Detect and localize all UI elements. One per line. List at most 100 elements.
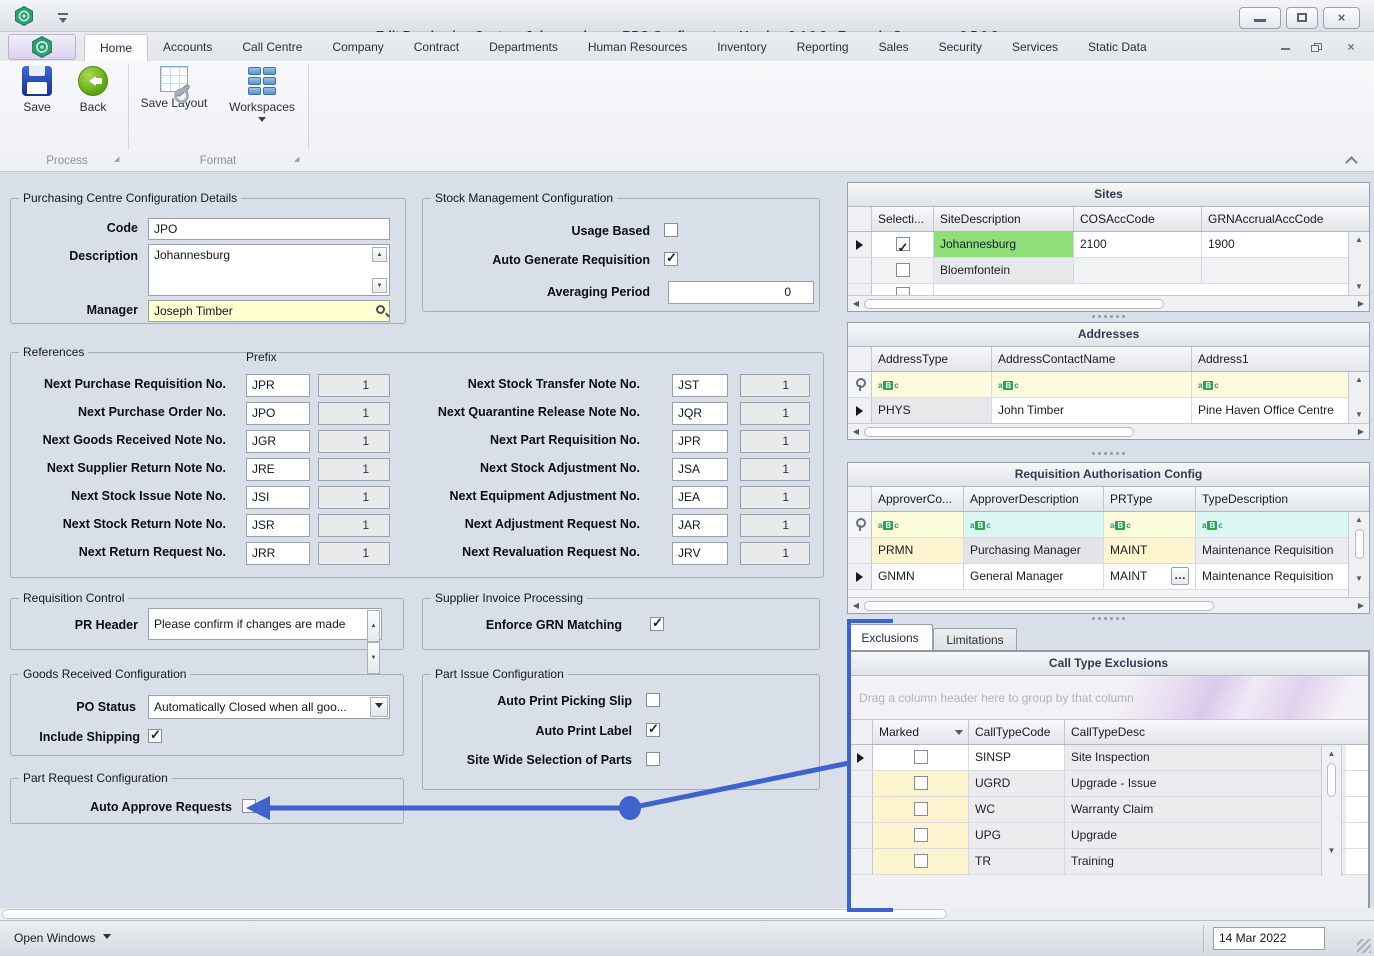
description-input[interactable]: Johannesburg ▲ ▼: [148, 244, 390, 296]
collapse-ribbon-icon[interactable]: [1345, 156, 1358, 169]
enforce-grn-checkbox[interactable]: [650, 617, 664, 631]
ref-number-spinner[interactable]: 1: [318, 374, 390, 397]
auto-filter-row[interactable]: aBc aBc aBc aBc: [848, 512, 1369, 538]
mdi-minimize-button[interactable]: [1278, 40, 1292, 54]
auto-filter-row[interactable]: aBc aBc aBc: [848, 372, 1369, 398]
tab-services[interactable]: Services: [997, 34, 1073, 61]
marked-checkbox[interactable]: [914, 750, 928, 764]
ref-prefix-input[interactable]: JGR: [246, 430, 310, 453]
ref-prefix-input[interactable]: JSA: [672, 458, 728, 481]
marked-checkbox[interactable]: [914, 828, 928, 842]
column-header[interactable]: TypeDescription: [1196, 487, 1350, 511]
ref-prefix-input[interactable]: JST: [672, 374, 728, 397]
usage-based-checkbox[interactable]: [664, 223, 678, 237]
req-auth-horizontal-scrollbar[interactable]: ◀ ▶: [848, 597, 1369, 613]
tab-exclusions[interactable]: Exclusions: [847, 624, 933, 651]
open-windows-dropdown[interactable]: Open Windows: [14, 931, 111, 945]
splitter-handle[interactable]: [1085, 617, 1131, 621]
pr-type-cell[interactable]: MAINT…: [1104, 564, 1196, 589]
approver-code-cell[interactable]: GNMN: [872, 564, 964, 589]
table-row[interactable]: Johannesburg 2100 1900: [848, 232, 1369, 258]
save-layout-button[interactable]: Save Layout: [134, 66, 214, 148]
ref-prefix-input[interactable]: JEA: [672, 486, 728, 509]
po-status-combo[interactable]: Automatically Closed when all goo...: [148, 695, 390, 719]
ref-number-spinner[interactable]: 1: [740, 514, 810, 537]
auto-approve-requests-checkbox[interactable]: [242, 799, 256, 813]
table-row[interactable]: SINSP Site Inspection: [849, 745, 1368, 771]
marked-checkbox[interactable]: [914, 776, 928, 790]
type-desc-cell[interactable]: Maintenance Requisition: [1196, 538, 1350, 563]
address-contact-cell[interactable]: John Timber: [992, 398, 1192, 423]
cos-acc-cell[interactable]: 2100: [1074, 232, 1202, 257]
tab-human-resources[interactable]: Human Resources: [573, 34, 702, 61]
maximize-button[interactable]: [1286, 7, 1318, 29]
column-header[interactable]: AddressType: [872, 347, 992, 371]
splitter-handle[interactable]: [1085, 315, 1131, 319]
cos-acc-cell[interactable]: [1074, 258, 1202, 283]
table-row[interactable]: PRMN Purchasing Manager MAINT Maintenanc…: [848, 538, 1369, 564]
column-header[interactable]: AddressContactName: [992, 347, 1192, 371]
call-type-code-cell[interactable]: WC: [969, 797, 1065, 822]
save-button[interactable]: Save: [8, 66, 66, 148]
grn-accrual-cell[interactable]: [1202, 258, 1350, 283]
site-selected-checkbox[interactable]: [896, 263, 910, 277]
tab-company[interactable]: Company: [317, 34, 398, 61]
column-header[interactable]: ApproverDescription: [964, 487, 1104, 511]
column-header[interactable]: PRType: [1104, 487, 1196, 511]
column-header[interactable]: GRNAccrualAccCode: [1202, 207, 1350, 231]
column-header[interactable]: COSAccCode: [1074, 207, 1202, 231]
form-scrollbar-thumb[interactable]: [2, 909, 947, 919]
spinner-buttons[interactable]: ▲▼: [367, 610, 380, 638]
ref-number-spinner[interactable]: 1: [318, 486, 390, 509]
approver-desc-cell[interactable]: General Manager: [964, 564, 1104, 589]
back-button[interactable]: Back: [64, 66, 122, 148]
sites-vertical-scrollbar[interactable]: ▲▼: [1348, 232, 1369, 296]
approver-desc-cell[interactable]: Purchasing Manager: [964, 538, 1104, 563]
ref-number-spinner[interactable]: 1: [318, 542, 390, 565]
tab-call-centre[interactable]: Call Centre: [227, 34, 317, 61]
ref-prefix-input[interactable]: JQR: [672, 402, 728, 425]
table-row[interactable]: UPG Upgrade: [849, 823, 1368, 849]
tab-static-data[interactable]: Static Data: [1073, 34, 1162, 61]
code-input[interactable]: JPO: [148, 218, 390, 240]
tab-security[interactable]: Security: [924, 34, 997, 61]
tab-limitations[interactable]: Limitations: [933, 628, 1017, 651]
mdi-restore-button[interactable]: [1310, 40, 1324, 54]
manager-input[interactable]: Joseph Timber: [148, 300, 390, 322]
ref-number-spinner[interactable]: 1: [740, 430, 810, 453]
ref-number-spinner[interactable]: 1: [318, 514, 390, 537]
ref-prefix-input[interactable]: JPR: [246, 374, 310, 397]
quick-access-dropdown-icon[interactable]: [58, 13, 68, 21]
call-type-code-cell[interactable]: UGRD: [969, 771, 1065, 796]
address1-cell[interactable]: Pine Haven Office Centre: [1192, 398, 1350, 423]
table-row[interactable]: UGRD Upgrade - Issue: [849, 771, 1368, 797]
call-type-code-cell[interactable]: TR: [969, 849, 1065, 874]
ref-prefix-input[interactable]: JAR: [672, 514, 728, 537]
table-row[interactable]: TR Training: [849, 849, 1368, 875]
minimize-button[interactable]: [1239, 7, 1281, 29]
site-selected-checkbox[interactable]: [896, 237, 910, 251]
ref-prefix-input[interactable]: JPO: [246, 402, 310, 425]
sites-horizontal-scrollbar[interactable]: ◀ ▶: [848, 295, 1369, 311]
ref-number-spinner[interactable]: 1: [318, 430, 390, 453]
site-description-cell[interactable]: Bloemfontein: [934, 258, 1074, 283]
ref-number-spinner[interactable]: 1: [740, 374, 810, 397]
call-type-desc-cell[interactable]: Site Inspection: [1065, 745, 1346, 770]
call-type-code-cell[interactable]: UPG: [969, 823, 1065, 848]
auto-print-picking-slip-checkbox[interactable]: [646, 693, 660, 707]
workspaces-button[interactable]: Workspaces: [220, 66, 304, 148]
process-dialog-launcher-icon[interactable]: ◢: [114, 155, 119, 163]
ref-prefix-input[interactable]: JRV: [672, 542, 728, 565]
splitter-handle[interactable]: [1085, 452, 1131, 456]
call-type-desc-cell[interactable]: Upgrade - Issue: [1065, 771, 1346, 796]
include-shipping-checkbox[interactable]: [148, 729, 162, 743]
averaging-period-input[interactable]: 0: [668, 281, 814, 304]
scroll-down-icon[interactable]: ▼: [372, 278, 387, 293]
tab-reporting[interactable]: Reporting: [782, 34, 864, 61]
addresses-horizontal-scrollbar[interactable]: ◀ ▶: [848, 423, 1369, 439]
ref-number-spinner[interactable]: 1: [740, 402, 810, 425]
pr-type-cell[interactable]: MAINT: [1104, 538, 1196, 563]
call-type-code-cell[interactable]: SINSP: [969, 745, 1065, 770]
application-button[interactable]: [8, 34, 76, 60]
call-type-desc-cell[interactable]: Warranty Claim: [1065, 797, 1346, 822]
